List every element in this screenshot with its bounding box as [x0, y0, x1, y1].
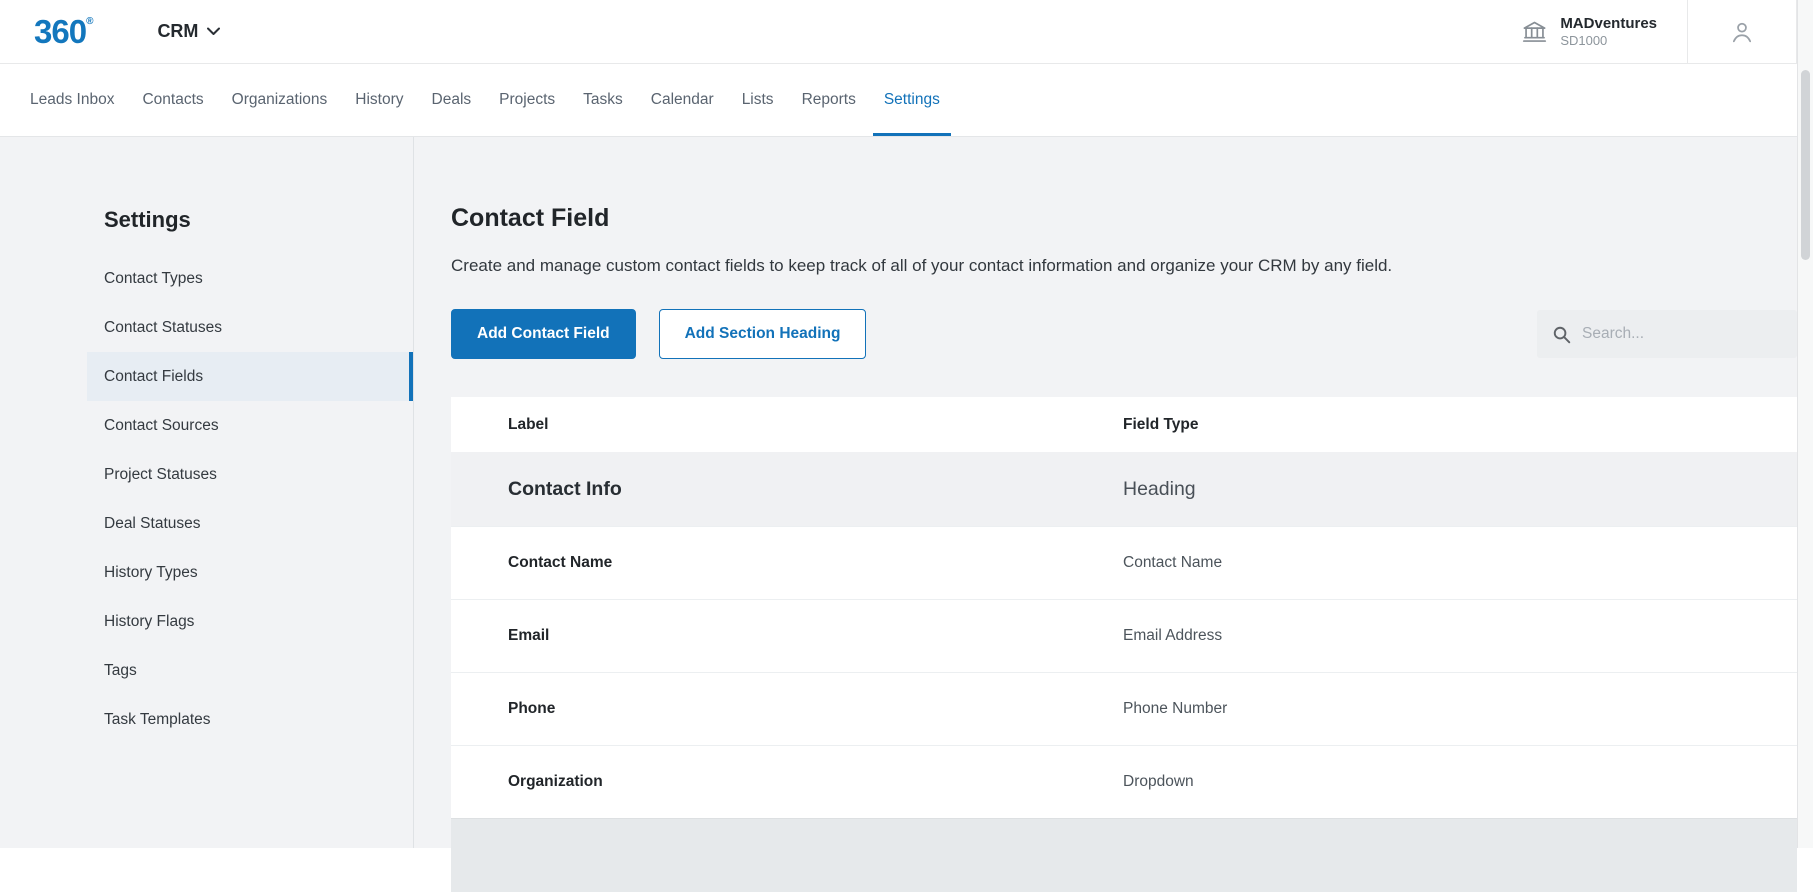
scrollbar-thumb[interactable]: [1801, 70, 1810, 260]
column-header-field-type: Field Type: [1123, 416, 1797, 434]
app-name: CRM: [157, 21, 198, 42]
row-field-type: Contact Name: [1123, 554, 1797, 572]
tab-settings[interactable]: Settings: [870, 64, 954, 136]
search-icon: [1552, 325, 1571, 344]
content-divider: [413, 137, 414, 848]
table-row-partial: [451, 818, 1797, 892]
account-id: SD1000: [1560, 33, 1657, 49]
column-header-label: Label: [508, 416, 1123, 434]
row-label: Email: [508, 627, 1123, 645]
row-field-type: Heading: [1123, 478, 1797, 501]
account-info: MADventures SD1000: [1521, 14, 1687, 49]
row-field-type: Email Address: [1123, 627, 1797, 645]
sidebar-item-history-flags[interactable]: History Flags: [87, 597, 413, 646]
table-header-row: Label Field Type: [451, 397, 1797, 452]
search-box[interactable]: [1537, 310, 1797, 358]
account-name: MADventures: [1560, 14, 1657, 34]
tab-tasks[interactable]: Tasks: [569, 64, 637, 136]
table-row[interactable]: Email Email Address: [451, 599, 1797, 672]
sidebar-item-history-types[interactable]: History Types: [87, 548, 413, 597]
row-label: Organization: [508, 773, 1123, 791]
sidebar-item-project-statuses[interactable]: Project Statuses: [87, 450, 413, 499]
chevron-down-icon: [207, 27, 220, 36]
user-icon: [1728, 18, 1756, 46]
logo[interactable]: 360®: [34, 15, 93, 48]
logo-text: 360: [34, 15, 86, 48]
app-switcher[interactable]: CRM: [157, 21, 220, 42]
row-field-type: Phone Number: [1123, 700, 1797, 718]
add-contact-field-button[interactable]: Add Contact Field: [451, 309, 636, 359]
tab-calendar[interactable]: Calendar: [637, 64, 728, 136]
page-title: Contact Field: [451, 204, 1797, 233]
sidebar-item-contact-sources[interactable]: Contact Sources: [87, 401, 413, 450]
settings-sidebar: Settings Contact Types Contact Statuses …: [87, 137, 413, 744]
tab-contacts[interactable]: Contacts: [128, 64, 217, 136]
tab-projects[interactable]: Projects: [485, 64, 569, 136]
row-label: Contact Name: [508, 554, 1123, 572]
tab-leads-inbox[interactable]: Leads Inbox: [16, 64, 128, 136]
header-right: MADventures SD1000: [1521, 0, 1813, 63]
sidebar-item-contact-types[interactable]: Contact Types: [87, 254, 413, 303]
tab-reports[interactable]: Reports: [788, 64, 870, 136]
toolbar: Add Contact Field Add Section Heading: [451, 309, 1797, 359]
sidebar-item-tags[interactable]: Tags: [87, 646, 413, 695]
table-row[interactable]: Contact Name Contact Name: [451, 526, 1797, 599]
row-field-type: Dropdown: [1123, 773, 1797, 791]
scrollbar[interactable]: [1797, 0, 1813, 848]
sidebar-item-task-templates[interactable]: Task Templates: [87, 695, 413, 744]
search-input[interactable]: [1582, 325, 1782, 343]
sidebar-item-contact-statuses[interactable]: Contact Statuses: [87, 303, 413, 352]
main-nav: Leads Inbox Contacts Organizations Histo…: [0, 64, 1813, 137]
table-section-heading-row[interactable]: Contact Info Heading: [451, 452, 1797, 526]
fields-table: Label Field Type Contact Info Heading Co…: [451, 397, 1797, 892]
row-label: Phone: [508, 700, 1123, 718]
page-description: Create and manage custom contact fields …: [451, 256, 1797, 276]
tab-organizations[interactable]: Organizations: [218, 64, 342, 136]
account-text: MADventures SD1000: [1560, 14, 1657, 49]
registered-mark: ®: [86, 17, 93, 27]
sidebar-title: Settings: [104, 207, 413, 233]
top-header: 360® CRM MADventures SD1000: [0, 0, 1813, 64]
tab-lists[interactable]: Lists: [728, 64, 788, 136]
contact-field-panel: Contact Field Create and manage custom c…: [451, 137, 1797, 892]
user-menu-button[interactable]: [1687, 0, 1797, 63]
tab-history[interactable]: History: [341, 64, 417, 136]
table-row[interactable]: Phone Phone Number: [451, 672, 1797, 745]
tab-deals[interactable]: Deals: [418, 64, 486, 136]
sidebar-list: Contact Types Contact Statuses Contact F…: [87, 254, 413, 744]
sidebar-item-deal-statuses[interactable]: Deal Statuses: [87, 499, 413, 548]
table-row[interactable]: Organization Dropdown: [451, 745, 1797, 818]
row-label: Contact Info: [508, 478, 1123, 501]
sidebar-item-contact-fields[interactable]: Contact Fields: [87, 352, 413, 401]
add-section-heading-button[interactable]: Add Section Heading: [659, 309, 867, 359]
bank-icon: [1521, 18, 1548, 45]
content-area: Settings Contact Types Contact Statuses …: [0, 137, 1813, 848]
